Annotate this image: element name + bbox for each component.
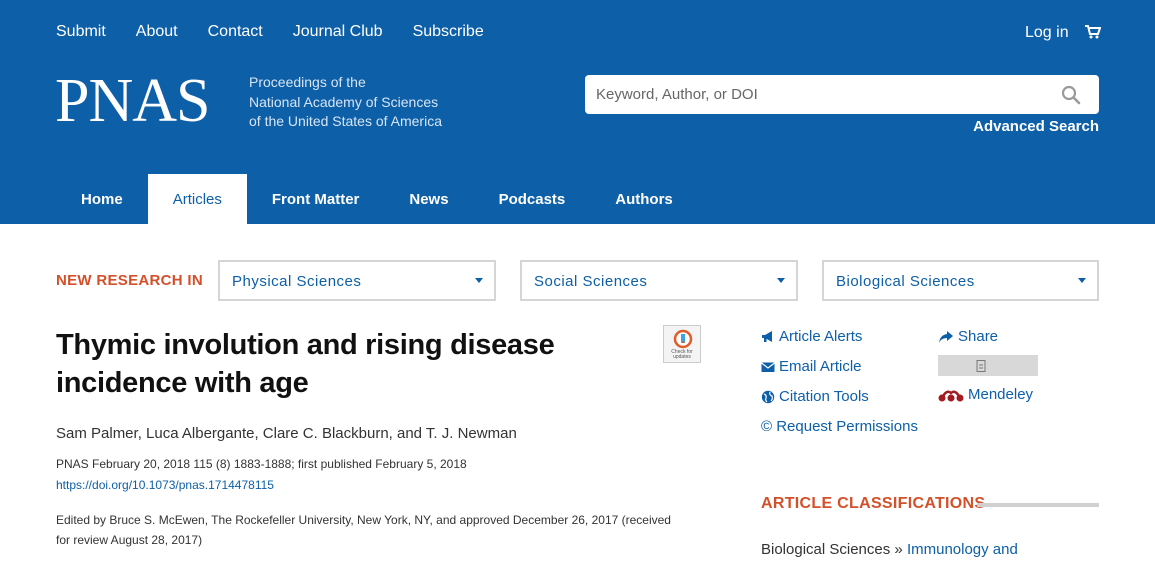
citation-line: PNAS February 20, 2018 115 (8) 1883-1888… (56, 457, 467, 471)
biological-sciences-dropdown[interactable]: Biological Sciences (822, 260, 1099, 301)
new-research-label: NEW RESEARCH IN (56, 272, 204, 289)
caret-down-icon (1078, 278, 1086, 283)
citation-tools-link[interactable]: Citation Tools (761, 387, 869, 407)
classification-category: Biological Sciences (761, 541, 891, 558)
caret-down-icon (475, 278, 483, 283)
top-nav: Submit About Contact Journal Club Subscr… (56, 22, 484, 42)
share-label: Share (958, 328, 999, 345)
tool-label: Article Alerts (779, 328, 863, 345)
tab-news[interactable]: News (384, 174, 473, 224)
journal-club-link[interactable]: Journal Club (293, 22, 383, 42)
about-link[interactable]: About (136, 22, 178, 42)
mendeley-icon (938, 390, 964, 402)
submit-link[interactable]: Submit (56, 22, 106, 42)
globe-icon (761, 390, 775, 404)
advanced-search-link[interactable]: Advanced Search (973, 117, 1099, 137)
title-line: Thymic involution and rising disease (56, 329, 555, 361)
tool-label: Email Article (779, 358, 862, 375)
tab-authors[interactable]: Authors (590, 174, 698, 224)
request-permissions-link[interactable]: © Request Permissions (761, 417, 918, 437)
site-header: Submit About Contact Journal Club Subscr… (0, 0, 1155, 224)
classification-separator: » (894, 541, 903, 558)
dropdown-label: Biological Sciences (836, 273, 975, 290)
title-line: incidence with age (56, 367, 309, 399)
share-arrow-icon (939, 331, 953, 343)
edited-by-note: Edited by Bruce S. McEwen, The Rockefell… (56, 510, 696, 550)
share-link[interactable]: Share (938, 327, 998, 347)
tagline-line: Proceedings of the (249, 74, 366, 90)
dropdown-label: Social Sciences (534, 273, 648, 290)
contact-link[interactable]: Contact (208, 22, 263, 42)
tool-label: © Request Permissions (761, 418, 918, 435)
email-article-link[interactable]: Email Article (761, 357, 862, 377)
caret-down-icon (777, 278, 785, 283)
tab-front-matter[interactable]: Front Matter (247, 174, 385, 224)
edited-line: Edited by Bruce S. McEwen, The Rockefell… (56, 513, 671, 527)
check-for-updates-badge[interactable]: Check for updates (663, 325, 701, 363)
mendeley-label: Mendeley (968, 386, 1034, 403)
author-list[interactable]: Sam Palmer, Luca Albergante, Clare C. Bl… (56, 424, 517, 444)
bookmark-button[interactable] (938, 355, 1038, 376)
tool-label: Citation Tools (779, 388, 869, 405)
tagline-line: of the United States of America (249, 113, 442, 129)
doi-link[interactable]: https://doi.org/10.1073/pnas.1714478115 (56, 477, 274, 494)
subscribe-link[interactable]: Subscribe (413, 22, 484, 42)
cart-icon[interactable] (1085, 25, 1101, 39)
document-icon (976, 360, 986, 372)
article-alerts-link[interactable]: Article Alerts (761, 327, 862, 347)
badge-label: Check for updates (671, 349, 693, 360)
mendeley-link[interactable]: Mendeley (938, 385, 1033, 405)
edited-line: for review August 28, 2017) (56, 533, 203, 547)
classification-entry: Biological Sciences » Immunology and (761, 540, 1018, 560)
article-classifications-heading: ARTICLE CLASSIFICATIONS (761, 495, 986, 512)
physical-sciences-dropdown[interactable]: Physical Sciences (218, 260, 496, 301)
tab-articles[interactable]: Articles (147, 174, 247, 224)
bullhorn-icon (762, 331, 772, 342)
journal-tagline: Proceedings of the National Academy of S… (249, 73, 442, 132)
search-icon[interactable] (1061, 85, 1081, 105)
login-link[interactable]: Log in (1025, 23, 1069, 43)
article-title: Thymic involution and rising disease inc… (56, 326, 616, 402)
social-sciences-dropdown[interactable]: Social Sciences (520, 260, 798, 301)
envelope-icon (761, 362, 775, 372)
classification-subcategory-link[interactable]: Immunology and (907, 541, 1018, 558)
search-input[interactable] (585, 75, 1055, 114)
heading-rule (977, 503, 1099, 507)
pnas-logo[interactable]: PNAS (55, 63, 211, 139)
dropdown-label: Physical Sciences (232, 273, 362, 290)
main-nav: Home Articles Front Matter News Podcasts… (56, 174, 698, 224)
search-box (585, 75, 1099, 114)
crossmark-icon (673, 329, 693, 349)
tab-podcasts[interactable]: Podcasts (474, 174, 591, 224)
tab-home[interactable]: Home (56, 174, 148, 224)
tagline-line: National Academy of Sciences (249, 93, 439, 110)
